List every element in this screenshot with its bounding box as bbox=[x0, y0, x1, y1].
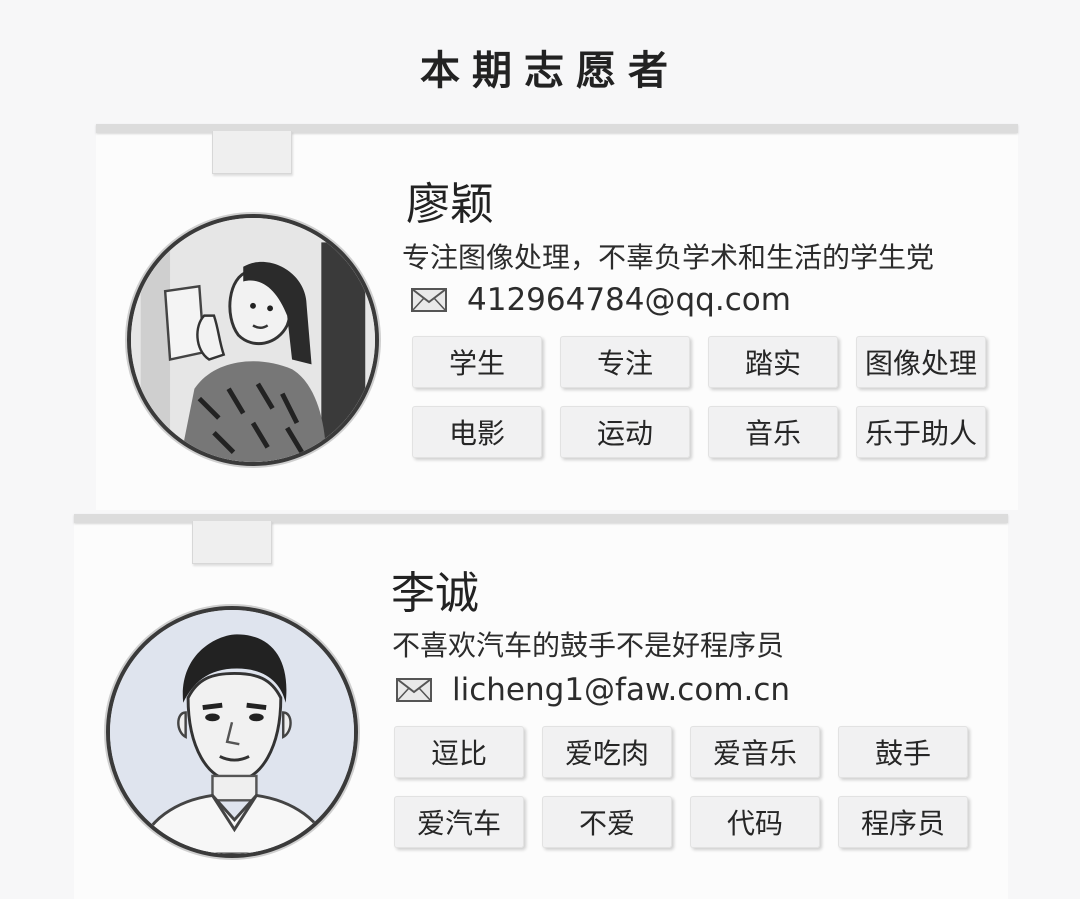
volunteer-card-1: 廖颖 专注图像处理，不辜负学术和生活的学生党 412964784@qq.com … bbox=[96, 124, 1018, 510]
email-address[interactable]: licheng1@faw.com.cn bbox=[452, 672, 790, 708]
avatar bbox=[127, 214, 379, 466]
volunteer-name: 廖颖 bbox=[406, 179, 494, 230]
card-tab bbox=[192, 521, 272, 564]
volunteer-bio: 专注图像处理，不辜负学术和生活的学生党 bbox=[402, 241, 935, 274]
tag[interactable]: 音乐 bbox=[708, 406, 838, 458]
tag[interactable]: 程序员 bbox=[838, 796, 968, 848]
tag[interactable]: 电影 bbox=[412, 406, 542, 458]
tag[interactable]: 踏实 bbox=[708, 336, 838, 388]
tag[interactable]: 代码 bbox=[690, 796, 820, 848]
avatar-sketch-image bbox=[131, 218, 375, 462]
tag[interactable]: 专注 bbox=[560, 336, 690, 388]
volunteer-name: 李诚 bbox=[391, 568, 479, 619]
tag[interactable]: 鼓手 bbox=[838, 726, 968, 778]
page-title: 本期志愿者 bbox=[420, 48, 680, 94]
email-row: 412964784@qq.com bbox=[411, 282, 791, 318]
envelope-icon bbox=[411, 288, 447, 312]
envelope-icon bbox=[396, 678, 432, 702]
volunteer-card-2: 李诚 不喜欢汽车的鼓手不是好程序员 licheng1@faw.com.cn 逗比… bbox=[74, 514, 1008, 899]
tag[interactable]: 图像处理 bbox=[856, 336, 986, 388]
tag[interactable]: 爱音乐 bbox=[690, 726, 820, 778]
tag[interactable]: 乐于助人 bbox=[856, 406, 986, 458]
email-address[interactable]: 412964784@qq.com bbox=[467, 282, 791, 318]
tag[interactable]: 爱汽车 bbox=[394, 796, 524, 848]
tag[interactable]: 逗比 bbox=[394, 726, 524, 778]
tag[interactable]: 学生 bbox=[412, 336, 542, 388]
avatar-sketch-image bbox=[110, 610, 354, 854]
avatar bbox=[106, 606, 358, 858]
volunteer-bio: 不喜欢汽车的鼓手不是好程序员 bbox=[392, 629, 785, 662]
tag[interactable]: 爱吃肉 bbox=[542, 726, 672, 778]
card-tab bbox=[212, 131, 292, 174]
tag[interactable]: 不爱 bbox=[542, 796, 672, 848]
tag-grid: 逗比 爱吃肉 爱音乐 鼓手 爱汽车 不爱 代码 程序员 bbox=[394, 726, 968, 848]
tag-grid: 学生 专注 踏实 图像处理 电影 运动 音乐 乐于助人 bbox=[412, 336, 986, 458]
tag[interactable]: 运动 bbox=[560, 406, 690, 458]
email-row: licheng1@faw.com.cn bbox=[396, 672, 790, 708]
